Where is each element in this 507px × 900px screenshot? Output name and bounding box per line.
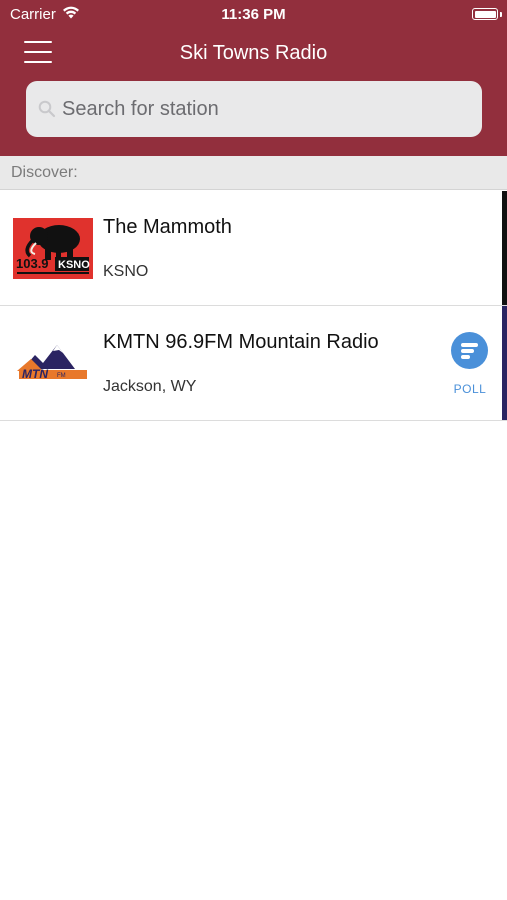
battery-icon bbox=[472, 8, 498, 20]
svg-text:FM: FM bbox=[57, 373, 66, 379]
row-accent-bar bbox=[502, 191, 507, 305]
svg-text:MTN: MTN bbox=[22, 367, 48, 381]
section-header-discover: Discover: bbox=[0, 156, 507, 190]
clock: 11:36 PM bbox=[221, 6, 286, 23]
app-header: Carrier 11:36 PM Ski Towns Radio bbox=[0, 0, 507, 156]
row-accent-bar bbox=[502, 306, 507, 420]
search-input[interactable] bbox=[62, 81, 462, 137]
svg-text:KSNO: KSNO bbox=[58, 259, 90, 271]
station-row[interactable]: MTN FM KMTN 96.9FM Mountain Radio Jackso… bbox=[0, 306, 507, 421]
station-row[interactable]: 103.9 KSNO The Mammoth KSNO bbox=[0, 191, 507, 306]
search-icon bbox=[38, 100, 56, 118]
search-bar[interactable] bbox=[26, 81, 482, 137]
poll-button[interactable]: POLL bbox=[449, 332, 491, 396]
page-title: Ski Towns Radio bbox=[179, 42, 328, 64]
mountain-logo-icon: MTN FM bbox=[13, 333, 93, 394]
station-subtitle: Jackson, WY bbox=[103, 378, 197, 395]
battery-tip bbox=[500, 12, 502, 17]
poll-label: POLL bbox=[453, 382, 487, 396]
poll-icon bbox=[451, 332, 488, 369]
station-name: The Mammoth bbox=[103, 216, 232, 238]
svg-text:103.9: 103.9 bbox=[16, 256, 49, 271]
mammoth-logo-icon: 103.9 KSNO bbox=[13, 218, 93, 279]
status-bar: Carrier 11:36 PM bbox=[0, 0, 507, 28]
station-name: KMTN 96.9FM Mountain Radio bbox=[103, 331, 379, 353]
station-subtitle: KSNO bbox=[103, 263, 149, 280]
